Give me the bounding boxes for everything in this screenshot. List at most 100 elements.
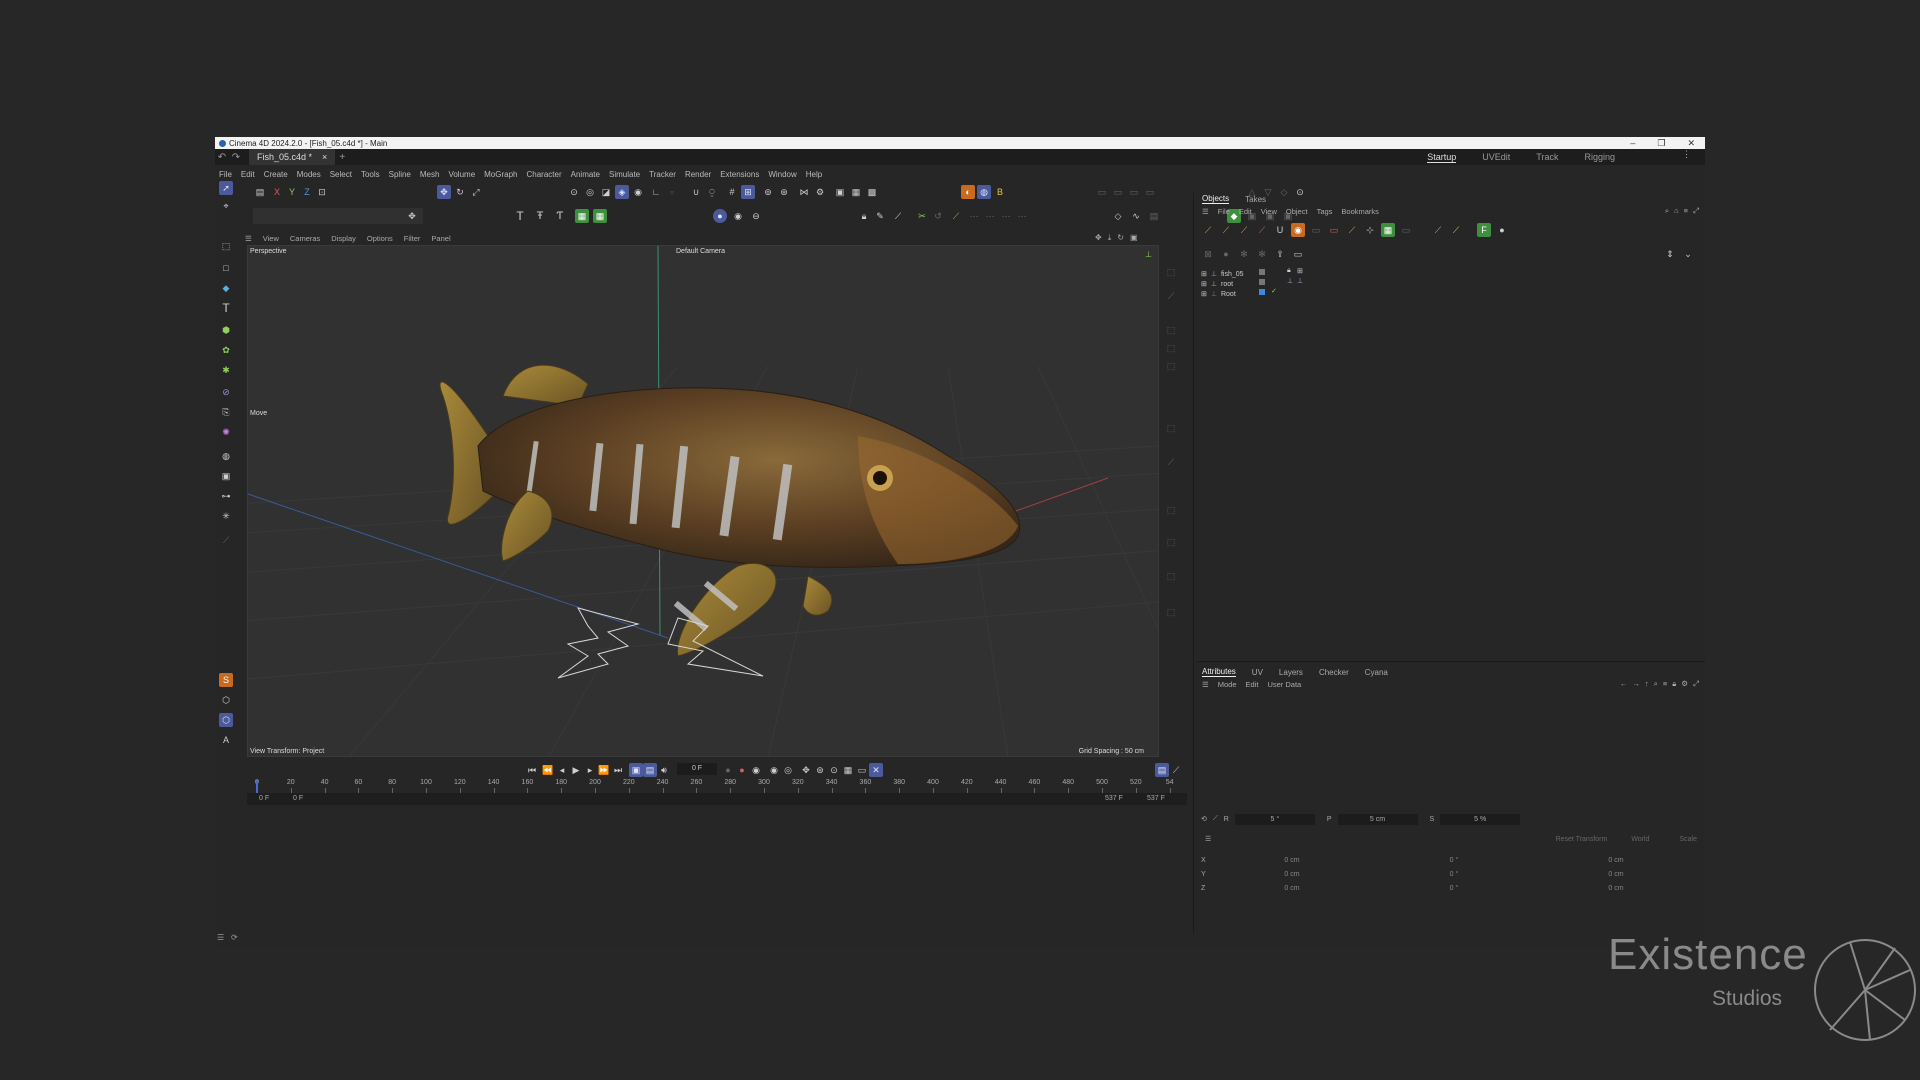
quantize-icon[interactable]: ⊞ — [741, 185, 755, 199]
vp-menu-cameras[interactable]: Cameras — [290, 234, 320, 243]
sound-icon[interactable]: 🔊︎ — [657, 763, 671, 777]
mograph-cloner-icon[interactable]: ✿ — [219, 343, 233, 357]
fcurve-icon[interactable]: ∿ — [1129, 209, 1143, 223]
magnet-icon[interactable]: ∪ — [689, 185, 703, 199]
sec-c-icon[interactable]: ✻ — [1237, 247, 1251, 261]
object-name[interactable]: Root — [1221, 291, 1236, 298]
measure-icon[interactable]: ⟋ — [219, 533, 233, 547]
render-region-icon[interactable]: ▣ — [219, 469, 233, 483]
vp-nav-rotate-icon[interactable]: ↻ — [1117, 233, 1124, 243]
key-pla-icon[interactable]: ⊙ — [827, 763, 841, 777]
panel-divider[interactable] — [1197, 661, 1705, 662]
coord-menu-icon[interactable]: ☰ — [1205, 835, 1211, 843]
go-to-end-icon[interactable]: ⏭ — [611, 763, 625, 777]
viewport-layout-icon[interactable]: ▤ — [253, 185, 267, 199]
menu-select[interactable]: Select — [330, 170, 352, 179]
text-extrude-icon[interactable]: Ƭ — [553, 209, 567, 223]
vp-nav-zoom-icon[interactable]: ⤓ — [1108, 233, 1112, 243]
render-settings-icon[interactable]: ▩ — [865, 185, 879, 199]
menu-edit[interactable]: Edit — [241, 170, 255, 179]
coord-pos-field[interactable]: 0 cm — [1211, 885, 1373, 892]
coord-rot-field[interactable]: 0 ° — [1373, 885, 1535, 892]
add-tab-icon[interactable]: + — [335, 152, 349, 163]
menu-tools[interactable]: Tools — [361, 170, 380, 179]
keyframe-sel-icon[interactable]: ● — [721, 763, 735, 777]
status-menu-icon[interactable]: ☰ — [217, 933, 224, 942]
key-point-icon[interactable]: ▦ — [841, 763, 855, 777]
more-options-icon[interactable]: ⋮ — [1682, 149, 1691, 160]
current-frame-field[interactable]: 0 F — [677, 763, 717, 775]
layout-rigging[interactable]: Rigging — [1584, 152, 1615, 163]
side-tool-f-icon[interactable]: ⬚ — [1164, 421, 1178, 435]
menu-spline[interactable]: Spline — [389, 170, 411, 179]
mograph-icon[interactable]: ▦ — [575, 209, 589, 223]
objects-filter-icon[interactable]: ≡ — [1684, 206, 1688, 216]
coord-r-field[interactable]: 5 ° — [1234, 813, 1315, 825]
objects-menu-tags[interactable]: Tags — [1317, 207, 1333, 216]
z-axis-button[interactable]: Z — [300, 185, 314, 199]
y-axis-button[interactable]: Y — [285, 185, 299, 199]
attr-up-icon[interactable]: ↑ — [1645, 679, 1649, 689]
viewport-camera[interactable]: Default Camera — [676, 248, 725, 255]
key-scale-icon[interactable]: ✥ — [799, 763, 813, 777]
tab-attributes[interactable]: Attributes — [1202, 667, 1236, 677]
attr-lock-icon[interactable]: 🔒︎ — [1672, 679, 1676, 689]
filter-e-icon[interactable]: ▦ — [1381, 223, 1395, 237]
objects-menu-icon[interactable]: ☰ — [1202, 207, 1209, 216]
loop-icon[interactable]: ↺ — [931, 209, 945, 223]
objects-menu-view[interactable]: View — [1261, 207, 1277, 216]
sec-sort-icon[interactable]: ⇕ — [1663, 247, 1677, 261]
key-rotation-icon[interactable]: ◎ — [781, 763, 795, 777]
tab-cyana[interactable]: Cyana — [1365, 668, 1388, 677]
plugin-qr-icon[interactable]: ◍ — [977, 185, 991, 199]
sec-collapse-icon[interactable]: ⌄ — [1681, 247, 1695, 261]
side-tool-g-icon[interactable]: ⟋ — [1164, 455, 1178, 469]
field-icon[interactable]: ⊘ — [219, 385, 233, 399]
menu-mograph[interactable]: MoGraph — [484, 170, 517, 179]
attributes-menu-icon[interactable]: ☰ — [1202, 680, 1209, 689]
key-morph-icon[interactable]: ▭ — [855, 763, 869, 777]
status-refresh-icon[interactable]: ⟳ — [231, 933, 238, 942]
tool-g-icon[interactable]: ⋯ — [999, 209, 1013, 223]
filter-light-icon[interactable]: ⟋ — [1255, 223, 1269, 237]
tool-e-icon[interactable]: ⋯ — [967, 209, 981, 223]
plugin-a-icon[interactable]: A — [219, 733, 233, 747]
grid-icon[interactable]: # — [725, 185, 739, 199]
filter-f-icon[interactable]: ▭ — [1399, 223, 1413, 237]
enabled-check-icon[interactable]: ✓ — [1271, 287, 1277, 295]
side-tool-c-icon[interactable]: ⬚ — [1164, 323, 1178, 337]
coord-size-field[interactable]: 0 cm — [1535, 871, 1697, 878]
attr-forward-icon[interactable]: → — [1632, 679, 1640, 689]
filter-spline-icon[interactable]: ⟋ — [1201, 223, 1215, 237]
layer-swatch-icon[interactable] — [1259, 269, 1265, 275]
coord-rot-field[interactable]: 0 ° — [1373, 871, 1535, 878]
side-tool-k-icon[interactable]: ⬚ — [1164, 605, 1178, 619]
select-shape-icon[interactable]: ⬚ — [219, 239, 233, 253]
coord-pick-icon[interactable]: ⟋ — [1213, 815, 1218, 823]
cube-icon[interactable]: ◆ — [219, 281, 233, 295]
objects-home-icon[interactable]: ⌂ — [1674, 206, 1679, 216]
tab-checker[interactable]: Checker — [1319, 668, 1349, 677]
coord-pos-field[interactable]: 0 cm — [1211, 857, 1373, 864]
objects-menu-object[interactable]: Object — [1286, 207, 1308, 216]
polygons-mode-icon[interactable]: ◪ — [599, 185, 613, 199]
redshift-icon[interactable]: ◐ — [961, 185, 975, 199]
attr-expand-icon[interactable]: ⤢ — [1693, 679, 1699, 689]
filter-c-icon[interactable]: ⟋ — [1345, 223, 1359, 237]
side-tool-j-icon[interactable]: ⬚ — [1164, 569, 1178, 583]
rectangle-icon[interactable]: □ — [219, 261, 233, 275]
select-tool-icon[interactable]: ➚ — [219, 181, 233, 195]
filter-pin-icon[interactable]: ⟋ — [1431, 223, 1445, 237]
cloner-icon[interactable]: ▦ — [593, 209, 607, 223]
side-tool-b-icon[interactable]: ⟋ — [1164, 289, 1178, 303]
playhead[interactable] — [256, 779, 258, 793]
filter-material-icon[interactable]: ◉ — [1291, 223, 1305, 237]
timeline-view-b-icon[interactable]: ⟋ — [1169, 763, 1183, 777]
motion-icon[interactable]: ▤ — [1147, 209, 1161, 223]
timeline-view-a-icon[interactable]: ▤ — [1155, 763, 1169, 777]
layer-swatch-icon[interactable] — [1259, 279, 1265, 285]
objects-menu-file[interactable]: File — [1218, 207, 1230, 216]
side-tool-h-icon[interactable]: ⬚ — [1164, 503, 1178, 517]
axis-mode-icon[interactable]: ∟ — [649, 185, 663, 199]
edges-mode-icon[interactable]: ◎ — [583, 185, 597, 199]
